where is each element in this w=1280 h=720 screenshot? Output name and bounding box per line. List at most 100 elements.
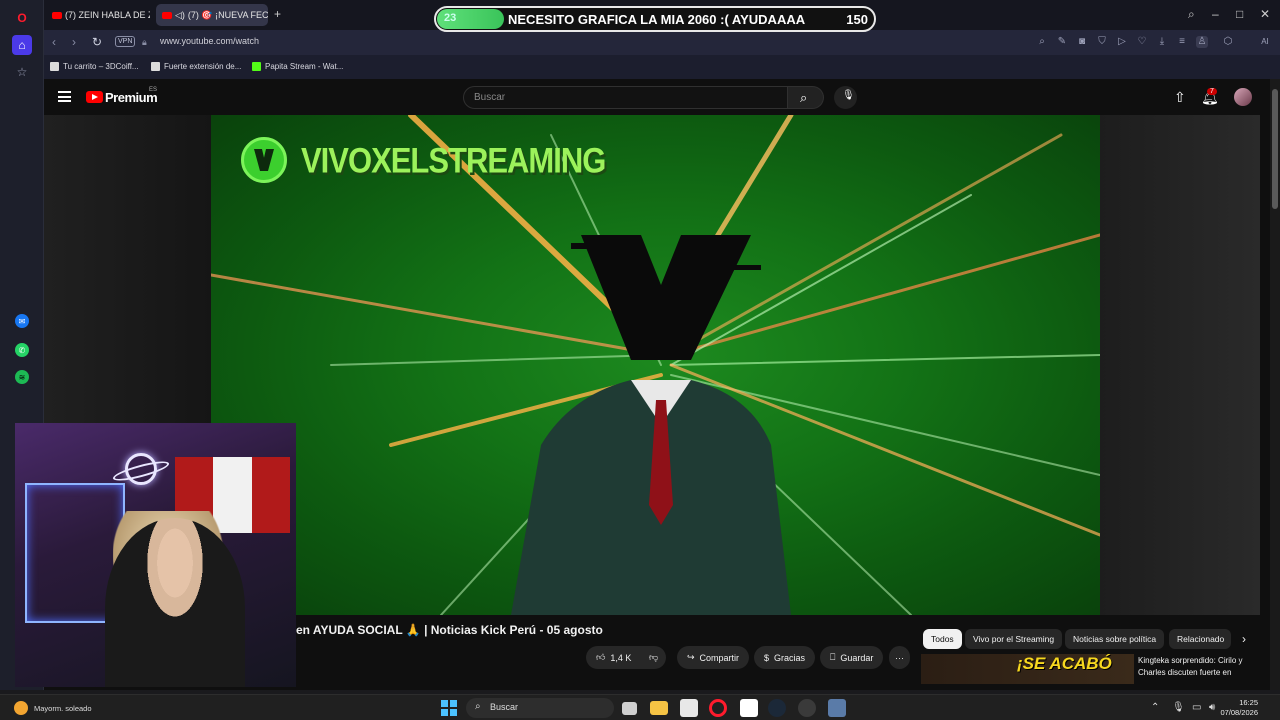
speed-lines bbox=[211, 115, 1100, 615]
weather-text[interactable]: Mayorm. soleado bbox=[34, 704, 92, 713]
bookmark-favicon-icon bbox=[252, 62, 261, 71]
bookmark-item[interactable]: Papita Stream - Wat... bbox=[252, 62, 343, 71]
download-icon[interactable]: ⤓ bbox=[1156, 36, 1168, 48]
close-button[interactable]: ✕ bbox=[1260, 7, 1270, 21]
speaker-icon[interactable]: ◁) bbox=[175, 10, 185, 21]
goal-target: 150 bbox=[846, 12, 868, 27]
shield-icon[interactable]: ⛉ bbox=[1096, 36, 1108, 48]
microphone-icon: 🎙︎ bbox=[842, 90, 855, 101]
taskbar-search[interactable]: ⌕ Buscar bbox=[466, 698, 614, 718]
clock-time: 16:25 bbox=[1239, 698, 1258, 707]
video-player[interactable]: VIVOXELSTREAMING bbox=[211, 115, 1100, 615]
new-tab-button[interactable]: + bbox=[274, 7, 281, 21]
pinboard-icon[interactable]: ☆ bbox=[12, 62, 32, 82]
opera-taskbar-icon[interactable] bbox=[709, 699, 727, 717]
address-bar: ‹ › ↻ VPN 🔒︎ www.youtube.com/watch ⌕ ✎ ◙… bbox=[44, 30, 1280, 55]
camera-icon[interactable]: ◙ bbox=[1076, 36, 1088, 48]
hamburger-menu-icon[interactable] bbox=[58, 91, 71, 102]
recommendation-title[interactable]: Kingteka sorprendido: Cirilo y Charles d… bbox=[1138, 655, 1258, 679]
spotify-icon[interactable]: ≋ bbox=[15, 370, 29, 384]
bookmark-icon: ⎕ bbox=[830, 652, 836, 662]
bookmark-item[interactable]: Fuerte extensión de... bbox=[151, 62, 241, 71]
bookmark-item[interactable]: Tu carrito – 3DCoiff... bbox=[50, 62, 139, 71]
weather-icon[interactable] bbox=[14, 701, 28, 715]
clock[interactable]: 16:25 07/08/2026 bbox=[1220, 698, 1258, 718]
page-scrollbar[interactable] bbox=[1270, 79, 1280, 690]
play-icon[interactable]: ▷ bbox=[1116, 36, 1128, 48]
channel-logo-mark-icon bbox=[254, 149, 274, 171]
opera-logo-icon[interactable]: O bbox=[12, 8, 32, 28]
youtube-favicon-icon bbox=[52, 11, 62, 19]
dislike-button[interactable]: 👎︎ bbox=[641, 646, 667, 669]
taskbar: Mayorm. soleado ⌕ Buscar ⌃ 🎙︎ ▭ 🔊︎ 16:25… bbox=[0, 694, 1280, 720]
share-label: Compartir bbox=[699, 652, 740, 663]
extensions-icon[interactable]: ⬡ bbox=[1222, 36, 1234, 48]
ai-button[interactable]: AI bbox=[1252, 36, 1278, 48]
screen: O ⌂ ☆ ✉ ✆ ≋ (7) ZEIN HABLA DE ZULLY ◁) (… bbox=[0, 0, 1280, 720]
microphone-tray-icon[interactable]: 🎙︎ bbox=[1172, 702, 1185, 713]
chip-todos[interactable]: Todos bbox=[923, 629, 962, 649]
url-field[interactable]: www.youtube.com/watch bbox=[160, 36, 259, 46]
upload-icon[interactable]: ⇧ bbox=[1174, 89, 1186, 106]
notes-icon[interactable] bbox=[740, 699, 758, 717]
heart-icon[interactable]: ♡ bbox=[1136, 36, 1148, 48]
menu-lines-icon[interactable]: ≡ bbox=[1176, 36, 1188, 48]
taskbar-search-label: Buscar bbox=[490, 702, 519, 712]
start-button[interactable] bbox=[441, 700, 457, 716]
chip-relacionado[interactable]: Relacionado bbox=[1169, 629, 1231, 649]
task-view-icon[interactable] bbox=[622, 702, 637, 715]
like-count: 1,4 K bbox=[610, 652, 632, 663]
like-button[interactable]: 👍︎ 1,4 K bbox=[586, 646, 642, 669]
youtube-logo-icon[interactable] bbox=[86, 91, 103, 103]
search-input[interactable]: Buscar bbox=[463, 86, 788, 109]
thanks-label: Gracias bbox=[774, 652, 806, 663]
goal-message: NECESITO GRAFICA LA MIA 2060 :( AYUDAAAA bbox=[508, 12, 806, 27]
capcut-icon[interactable] bbox=[680, 699, 698, 717]
steam-icon[interactable] bbox=[768, 699, 786, 717]
obs-icon[interactable] bbox=[798, 699, 816, 717]
share-icon: ↪ bbox=[687, 652, 695, 662]
share-button[interactable]: ↪ Compartir bbox=[677, 646, 750, 669]
forward-button[interactable]: › bbox=[72, 35, 76, 49]
chips-next-icon[interactable]: › bbox=[1234, 629, 1254, 649]
avatar[interactable] bbox=[1234, 88, 1252, 106]
maximize-button[interactable]: □ bbox=[1236, 7, 1243, 21]
tab-nueva-fecha[interactable]: ◁) (7) 🎯 ¡NUEVA FECHA bbox=[156, 4, 268, 26]
file-explorer-icon[interactable] bbox=[650, 701, 668, 715]
save-button[interactable]: ⎕ Guardar bbox=[820, 646, 884, 669]
chip-vivo[interactable]: Vivo por el Streaming bbox=[965, 629, 1063, 649]
thanks-button[interactable]: $ Gracias bbox=[754, 646, 816, 669]
volume-tray-icon[interactable]: 🔊︎ bbox=[1209, 702, 1215, 713]
tray-chevron-icon[interactable]: ⌃ bbox=[1151, 702, 1159, 713]
streamer bbox=[105, 518, 245, 687]
chip-politica[interactable]: Noticias sobre política bbox=[1065, 629, 1165, 649]
clock-date: 07/08/2026 bbox=[1220, 708, 1258, 717]
settings-icon[interactable] bbox=[828, 699, 846, 717]
tab-zein[interactable]: (7) ZEIN HABLA DE ZULLY bbox=[46, 4, 150, 26]
search-icon[interactable]: ⌕ bbox=[1036, 36, 1048, 48]
search-icon: ⌕ bbox=[475, 701, 481, 712]
right-ambient bbox=[1100, 115, 1260, 615]
reload-button[interactable]: ↻ bbox=[92, 35, 102, 49]
scrollbar-thumb[interactable] bbox=[1272, 89, 1278, 209]
more-actions-button[interactable]: ··· bbox=[889, 646, 910, 669]
edit-icon[interactable]: ✎ bbox=[1056, 36, 1068, 48]
webcam-overlay bbox=[15, 423, 296, 687]
lock-icon[interactable]: 🔒︎ bbox=[142, 37, 147, 48]
back-button[interactable]: ‹ bbox=[52, 35, 56, 49]
profile-icon[interactable]: ♙ bbox=[1196, 36, 1208, 48]
recommendation-thumbnail[interactable]: ¡SE ACABÓ bbox=[921, 654, 1134, 684]
bookmarks-bar: Tu carrito – 3DCoiff... Fuerte extensión… bbox=[44, 55, 1280, 79]
voice-search-button[interactable]: 🎙︎ bbox=[834, 86, 857, 109]
channel-logo bbox=[241, 137, 287, 183]
search-button[interactable]: ⌕ bbox=[788, 86, 824, 109]
search-tabs-icon[interactable]: ⌕ bbox=[1188, 7, 1195, 22]
whatsapp-icon[interactable]: ✆ bbox=[15, 343, 29, 357]
donation-goal-banner: 23 NECESITO GRAFICA LA MIA 2060 :( AYUDA… bbox=[434, 6, 876, 32]
home-icon[interactable]: ⌂ bbox=[12, 35, 32, 55]
thanks-icon: $ bbox=[764, 652, 770, 663]
minimize-button[interactable]: – bbox=[1212, 7, 1219, 21]
display-tray-icon[interactable]: ▭ bbox=[1192, 702, 1201, 713]
messenger-icon[interactable]: ✉ bbox=[15, 314, 29, 328]
vpn-badge[interactable]: VPN bbox=[115, 36, 136, 47]
